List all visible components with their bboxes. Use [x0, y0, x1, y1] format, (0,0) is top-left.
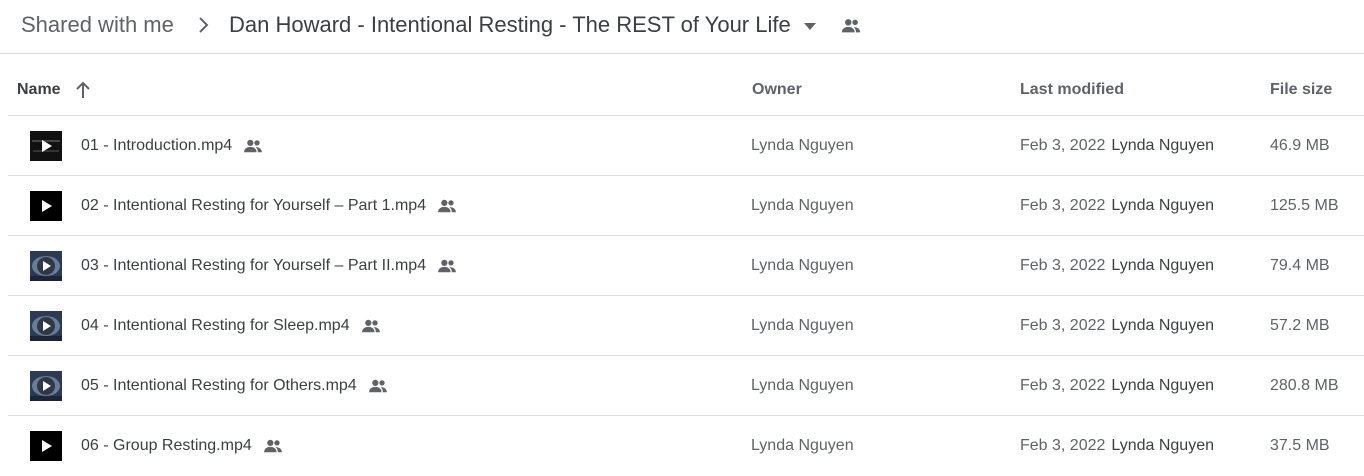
modified-date: Feb 3, 2022 — [1020, 317, 1106, 334]
file-last-modified: Feb 3, 2022 Lynda Nguyen — [1020, 377, 1214, 395]
play-icon — [30, 251, 62, 281]
file-owner: Lynda Nguyen — [751, 197, 854, 214]
file-name: 04 - Intentional Resting for Sleep.mp4 — [81, 317, 382, 335]
modified-by: Lynda Nguyen — [1111, 137, 1214, 154]
file-last-modified: Feb 3, 2022 Lynda Nguyen — [1020, 317, 1214, 335]
modified-by: Lynda Nguyen — [1111, 437, 1214, 454]
modified-date: Feb 3, 2022 — [1020, 197, 1106, 214]
file-owner: Lynda Nguyen — [751, 257, 854, 274]
file-row[interactable]: 04 - Intentional Resting for Sleep.mp4 L… — [8, 296, 1364, 356]
breadcrumb-current-folder[interactable]: Dan Howard - Intentional Resting - The R… — [229, 12, 791, 38]
file-size: 125.5 MB — [1270, 197, 1339, 214]
file-last-modified: Feb 3, 2022 Lynda Nguyen — [1020, 437, 1214, 455]
column-header-name[interactable]: Name — [17, 81, 61, 99]
modified-by: Lynda Nguyen — [1111, 317, 1214, 334]
file-row[interactable]: 05 - Intentional Resting for Others.mp4 … — [8, 356, 1364, 416]
breadcrumb: Shared with me Dan Howard - Intentional … — [0, 0, 1364, 54]
modified-by: Lynda Nguyen — [1111, 197, 1214, 214]
file-name: 02 - Intentional Resting for Yourself – … — [81, 197, 458, 215]
video-thumbnail — [30, 251, 62, 281]
play-icon — [30, 431, 62, 461]
file-owner: Lynda Nguyen — [751, 137, 854, 154]
file-name: 01 - Introduction.mp4 — [81, 137, 264, 155]
file-row[interactable]: 01 - Introduction.mp4 Lynda Nguyen Feb 3… — [8, 116, 1364, 176]
modified-date: Feb 3, 2022 — [1020, 437, 1106, 454]
caret-down-icon[interactable] — [801, 19, 819, 33]
file-size: 57.2 MB — [1270, 317, 1330, 334]
video-thumbnail — [30, 191, 62, 221]
people-icon — [244, 139, 263, 153]
file-last-modified: Feb 3, 2022 Lynda Nguyen — [1020, 137, 1214, 155]
file-size: 280.8 MB — [1270, 377, 1339, 394]
people-icon — [368, 379, 387, 393]
play-icon — [30, 191, 62, 221]
column-header-row: Name Owner Last modified File size — [8, 54, 1364, 116]
people-icon — [263, 439, 282, 453]
file-row[interactable]: 02 - Intentional Resting for Yourself – … — [8, 176, 1364, 236]
people-icon — [841, 19, 861, 33]
modified-by: Lynda Nguyen — [1111, 257, 1214, 274]
column-header-owner: Owner — [752, 81, 802, 98]
modified-date: Feb 3, 2022 — [1020, 137, 1106, 154]
file-name: 03 - Intentional Resting for Yourself – … — [81, 257, 458, 275]
breadcrumb-shared-with-me[interactable]: Shared with me — [21, 12, 174, 38]
file-owner: Lynda Nguyen — [751, 317, 854, 334]
video-thumbnail — [30, 311, 62, 341]
file-last-modified: Feb 3, 2022 Lynda Nguyen — [1020, 257, 1214, 275]
people-icon — [438, 259, 456, 273]
column-header-file-size[interactable]: File size — [1270, 81, 1332, 99]
modified-date: Feb 3, 2022 — [1020, 257, 1106, 274]
file-size: 37.5 MB — [1270, 437, 1330, 454]
file-row[interactable]: 03 - Intentional Resting for Yourself – … — [8, 236, 1364, 296]
file-owner: Lynda Nguyen — [751, 437, 854, 454]
modified-date: Feb 3, 2022 — [1020, 377, 1106, 394]
play-icon — [30, 131, 62, 161]
file-row[interactable]: 06 - Group Resting.mp4 Lynda Nguyen Feb … — [8, 416, 1364, 476]
file-size: 46.9 MB — [1270, 137, 1330, 154]
people-icon — [438, 199, 456, 213]
play-icon — [30, 311, 62, 341]
file-last-modified: Feb 3, 2022 Lynda Nguyen — [1020, 197, 1214, 215]
file-name: 06 - Group Resting.mp4 — [81, 437, 284, 455]
file-size: 79.4 MB — [1270, 257, 1330, 274]
column-header-last-modified[interactable]: Last modified — [1020, 81, 1124, 99]
video-thumbnail — [30, 431, 62, 461]
modified-by: Lynda Nguyen — [1111, 377, 1214, 394]
people-icon — [361, 319, 380, 333]
chevron-right-icon — [199, 17, 209, 33]
video-thumbnail — [30, 371, 62, 401]
arrow-up-icon[interactable] — [74, 80, 92, 100]
file-list: 01 - Introduction.mp4 Lynda Nguyen Feb 3… — [8, 116, 1364, 476]
file-owner: Lynda Nguyen — [751, 377, 854, 394]
play-icon — [30, 371, 62, 401]
file-name: 05 - Intentional Resting for Others.mp4 — [81, 377, 389, 395]
video-thumbnail — [30, 131, 62, 161]
